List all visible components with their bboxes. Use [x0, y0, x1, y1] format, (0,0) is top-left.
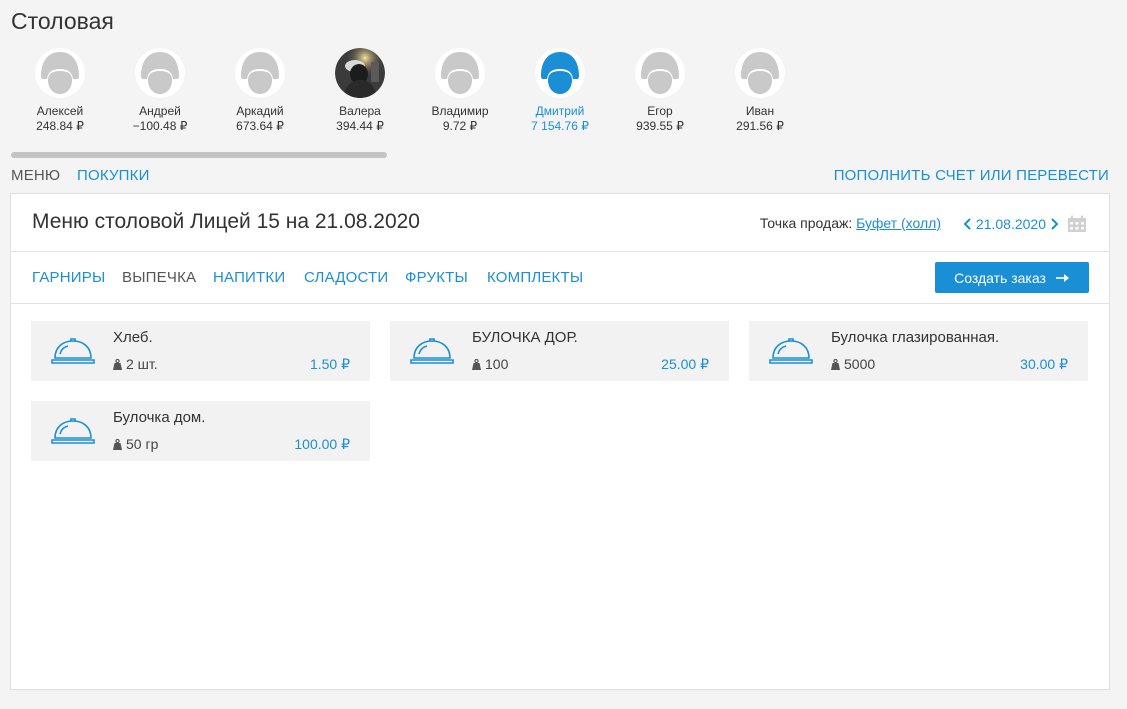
weight-icon	[113, 438, 122, 450]
user-balance: 291.56 ₽	[736, 119, 784, 133]
user-name: Дмитрий	[535, 104, 585, 118]
tab-drinks[interactable]: НАПИТКИ	[213, 269, 285, 286]
user-balance: 939.55 ₽	[636, 119, 684, 133]
weight-icon	[113, 358, 122, 370]
user-item-arkadiy[interactable]: Аркадий 673.64 ₽	[210, 48, 310, 140]
user-name: Аркадий	[236, 104, 284, 118]
user-item-aleksey[interactable]: Алексей 248.84 ₽	[10, 48, 110, 140]
user-name: Алексей	[36, 104, 84, 118]
sale-point-link[interactable]: Буфет (холл)	[856, 215, 941, 231]
user-balance: −100.48 ₽	[132, 119, 188, 133]
product-card[interactable]: Хлеб. 2 шт. 1.50 ₽	[31, 321, 370, 381]
product-weight: 2 шт.	[126, 356, 158, 372]
product-weight-row: 5000	[831, 356, 875, 372]
topup-link[interactable]: ПОПОЛНИТЬ СЧЕТ ИЛИ ПЕРЕВЕСТИ	[834, 167, 1109, 184]
product-weight-row: 2 шт.	[113, 356, 158, 372]
user-avatar-icon	[635, 48, 685, 98]
product-name: Булочка дом.	[113, 409, 206, 426]
menu-title: Меню столовой Лицей 15 на 21.08.2020	[32, 210, 420, 233]
user-name: Егор	[647, 104, 673, 118]
cloche-icon	[769, 338, 813, 364]
user-avatar-icon	[235, 48, 285, 98]
user-item-vladimir[interactable]: Владимир 9.72 ₽	[410, 48, 510, 140]
user-balance: 673.64 ₽	[236, 119, 284, 133]
user-name: Валера	[339, 104, 381, 118]
product-card[interactable]: Булочка дом. 50 гр 100.00 ₽	[31, 401, 370, 461]
cloche-icon	[51, 418, 95, 444]
page-title: Столовая	[11, 8, 114, 34]
product-price: 30.00 ₽	[1020, 356, 1068, 372]
product-name: Булочка глазированная.	[831, 329, 1000, 346]
product-weight-row: 50 гр	[113, 436, 158, 452]
product-card[interactable]: БУЛОЧКА ДОР. 100 25.00 ₽	[390, 321, 729, 381]
create-order-button[interactable]: Создать заказ	[935, 262, 1089, 293]
user-balance: 394.44 ₽	[336, 119, 384, 133]
product-weight-row: 100	[472, 356, 508, 372]
category-tabs: ГАРНИРЫ ВЫПЕЧКА НАПИТКИ СЛАДОСТИ ФРУКТЫ …	[11, 252, 1109, 304]
product-price: 1.50 ₽	[309, 356, 350, 372]
weight-icon	[472, 358, 481, 370]
user-avatar-icon	[535, 48, 585, 98]
product-name: БУЛОЧКА ДОР.	[472, 329, 578, 346]
user-item-dmitriy[interactable]: Дмитрий 7 154.76 ₽	[510, 48, 610, 140]
user-item-ivan[interactable]: Иван 291.56 ₽	[710, 48, 810, 140]
menu-panel-header: Меню столовой Лицей 15 на 21.08.2020 Точ…	[11, 194, 1109, 252]
user-item-andrey[interactable]: Андрей −100.48 ₽	[110, 48, 210, 140]
tab-sets[interactable]: КОМПЛЕКТЫ	[487, 269, 583, 286]
menu-panel: Меню столовой Лицей 15 на 21.08.2020 Точ…	[10, 193, 1110, 690]
sale-point-label: Точка продаж:	[759, 215, 853, 231]
user-avatar-icon	[735, 48, 785, 98]
tab-sweets[interactable]: СЛАДОСТИ	[304, 269, 388, 286]
chevron-left-icon[interactable]	[961, 215, 975, 233]
date-navigator: 21.08.2020	[961, 212, 1087, 236]
product-price: 100.00 ₽	[294, 436, 350, 452]
user-item-egor[interactable]: Егор 939.55 ₽	[610, 48, 710, 140]
user-avatar-icon	[435, 48, 485, 98]
product-weight: 5000	[844, 356, 876, 372]
tab-garnishes[interactable]: ГАРНИРЫ	[32, 269, 105, 286]
tab-menu[interactable]: МЕНЮ	[11, 167, 60, 184]
user-balance: 248.84 ₽	[36, 119, 84, 133]
product-price: 25.00 ₽	[661, 356, 709, 372]
tab-purchases[interactable]: ПОКУПКИ	[77, 167, 150, 184]
user-avatar-icon	[135, 48, 185, 98]
user-balance: 7 154.76 ₽	[531, 119, 589, 133]
product-card[interactable]: Булочка глазированная. 5000 30.00 ₽	[749, 321, 1088, 381]
user-item-valera[interactable]: Валера 394.44 ₽	[310, 48, 410, 140]
product-weight: 50 гр	[126, 436, 159, 452]
product-name: Хлеб.	[113, 329, 153, 346]
user-list: Алексей 248.84 ₽ Андрей −100.48 ₽ Аркади…	[10, 48, 810, 140]
tab-bakery[interactable]: ВЫПЕЧКА	[122, 269, 196, 286]
current-date: 21.08.2020	[975, 216, 1046, 232]
user-name: Владимир	[431, 104, 489, 118]
user-avatar-icon	[35, 48, 85, 98]
weight-icon	[831, 358, 840, 370]
user-balance: 9.72 ₽	[442, 119, 478, 133]
create-order-label: Создать заказ	[954, 269, 1046, 286]
cloche-icon	[51, 338, 95, 364]
arrow-right-icon	[1055, 273, 1069, 282]
product-weight: 100	[485, 356, 509, 372]
user-name: Иван	[745, 104, 775, 118]
chevron-right-icon[interactable]	[1047, 215, 1061, 233]
cloche-icon	[410, 338, 454, 364]
user-list-scrollbar[interactable]	[11, 152, 387, 158]
user-photo	[335, 48, 385, 98]
sale-point: Точка продаж: Буфет (холл)	[760, 215, 941, 231]
user-name: Андрей	[139, 104, 181, 118]
calendar-icon[interactable]	[1067, 215, 1087, 233]
tab-fruits[interactable]: ФРУКТЫ	[405, 269, 468, 286]
